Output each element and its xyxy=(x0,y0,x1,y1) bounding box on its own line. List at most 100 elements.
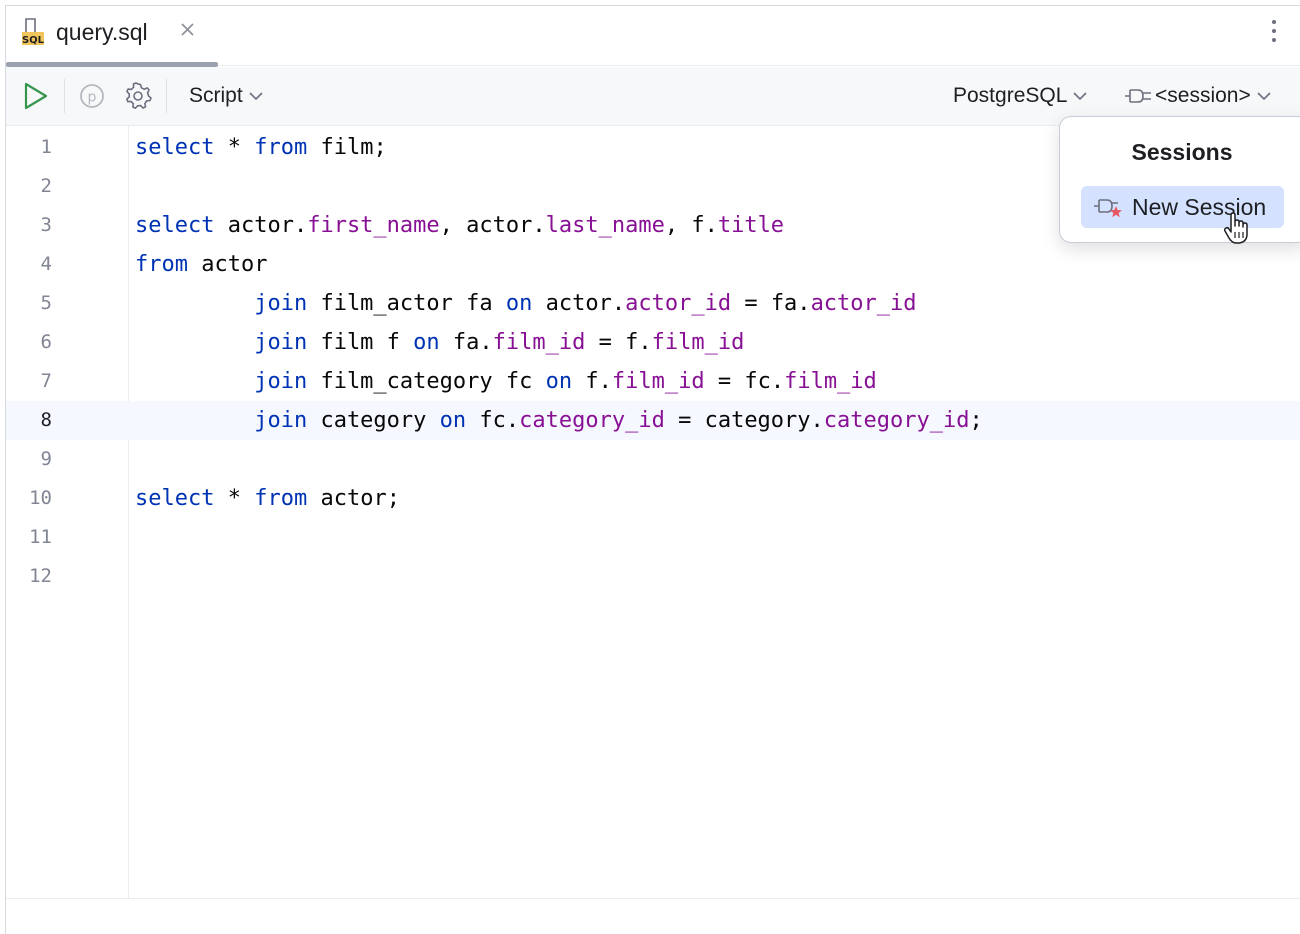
new-session-icon xyxy=(1094,199,1122,218)
sql-keyword: from xyxy=(254,486,308,511)
sql-text: actor xyxy=(187,252,268,277)
sql-field: actor_id xyxy=(810,291,917,316)
code-line[interactable]: 4 from actor xyxy=(6,245,1300,284)
code-line[interactable]: 11 xyxy=(6,518,1300,557)
sql-keyword: join xyxy=(254,369,308,394)
chevron-down-icon xyxy=(249,92,263,101)
code-line[interactable]: 7 join film_category fc on f.film_id = f… xyxy=(6,362,1300,401)
toolbar-separator xyxy=(64,79,65,113)
dialect-dropdown[interactable]: PostgreSQL xyxy=(953,82,1087,110)
sql-keyword: select xyxy=(135,213,215,238)
code-text: select * from actor; xyxy=(135,479,400,518)
sql-field: film_id xyxy=(611,369,705,394)
sql-text: = fa. xyxy=(731,291,811,316)
sql-keyword: on xyxy=(505,291,533,316)
tab-query-sql[interactable]: SQL query.sql xyxy=(6,6,218,67)
line-number: 2 xyxy=(40,175,52,197)
sql-text: fa. xyxy=(439,330,493,355)
sql-text: f. xyxy=(572,369,612,394)
line-number: 12 xyxy=(29,565,52,587)
popup-title: Sessions xyxy=(1131,139,1233,165)
code-line[interactable]: 8 join category on fc.category_id = cate… xyxy=(6,401,1300,440)
sql-keyword: select xyxy=(135,135,215,160)
line-number: 11 xyxy=(29,526,52,548)
line-number: 6 xyxy=(40,331,52,353)
sql-keyword: from xyxy=(254,135,308,160)
line-number: 3 xyxy=(40,214,52,236)
code-line[interactable]: 12 xyxy=(6,557,1300,596)
sql-field: category_id xyxy=(519,408,665,433)
line-number: 7 xyxy=(40,370,52,392)
sql-text: actor. xyxy=(532,291,626,316)
sql-keyword: on xyxy=(413,330,440,355)
sql-text: actor. xyxy=(214,213,308,238)
code-text: select actor.first_name, actor.last_name… xyxy=(135,206,784,245)
code-text: from actor xyxy=(135,245,267,284)
sql-field: last_name xyxy=(545,213,665,238)
session-plug-icon xyxy=(1125,89,1151,104)
editor-bottom-bar xyxy=(6,898,1300,934)
sql-field: film_id xyxy=(492,330,586,355)
code-text: join film_actor fa on actor.actor_id = f… xyxy=(135,284,917,323)
sql-keyword: join xyxy=(254,291,308,316)
sql-text: = fc. xyxy=(704,369,785,394)
sql-text: , actor. xyxy=(439,213,546,238)
sql-keyword: join xyxy=(254,330,308,355)
sql-keyword: join xyxy=(254,408,308,433)
sql-field: actor_id xyxy=(625,291,732,316)
svg-text:p: p xyxy=(88,90,97,106)
close-icon[interactable] xyxy=(178,20,198,40)
chevron-down-icon xyxy=(1257,92,1271,101)
run-icon[interactable] xyxy=(20,81,50,111)
sql-file-icon: SQL xyxy=(22,18,45,46)
tab-title: query.sql xyxy=(56,19,148,45)
line-number: 8 xyxy=(40,409,52,431)
hand-cursor-icon xyxy=(1223,212,1248,244)
svg-text:SQL: SQL xyxy=(22,35,45,46)
script-dropdown-label: Script xyxy=(189,84,243,107)
new-session-item[interactable]: New Session xyxy=(1081,186,1284,228)
more-options-icon[interactable] xyxy=(1270,18,1278,44)
sql-text: film_category fc xyxy=(307,369,546,394)
gear-icon[interactable] xyxy=(123,81,153,111)
sql-text: = category. xyxy=(664,408,824,433)
sql-field: title xyxy=(717,213,785,238)
line-number: 10 xyxy=(29,487,52,509)
code-line[interactable]: 5 join film_actor fa on actor.actor_id =… xyxy=(6,284,1300,323)
sql-text: actor; xyxy=(307,486,400,511)
line-number: 1 xyxy=(40,136,52,158)
parameters-icon[interactable]: p xyxy=(77,81,107,111)
sessions-popup: Sessions New Session xyxy=(1059,116,1300,243)
sql-text: film f xyxy=(307,330,414,355)
sql-field: category_id xyxy=(823,408,970,433)
code-text: join category on fc.category_id = catego… xyxy=(135,401,983,440)
sql-text: fc. xyxy=(466,408,520,433)
line-number: 5 xyxy=(40,292,52,314)
sql-field: film_id xyxy=(651,330,745,355)
script-dropdown[interactable]: Script xyxy=(189,82,263,110)
tab-bar: SQL query.sql xyxy=(6,6,1300,67)
sql-text: category xyxy=(307,408,440,433)
dialect-dropdown-label: PostgreSQL xyxy=(953,84,1068,107)
sql-keyword: select xyxy=(135,486,215,511)
code-text: join film_category fc on f.film_id = fc.… xyxy=(135,362,877,401)
session-dropdown[interactable]: <session> xyxy=(1123,82,1271,110)
sql-text: * xyxy=(214,486,255,511)
sql-text: film_actor fa xyxy=(307,291,506,316)
code-line[interactable]: 9 xyxy=(6,440,1300,479)
line-number: 9 xyxy=(40,448,52,470)
code-line[interactable]: 6 join film f on fa.film_id = f.film_id xyxy=(6,323,1300,362)
code-text: join film f on fa.film_id = f.film_id xyxy=(135,323,744,362)
toolbar-separator xyxy=(166,79,167,113)
sql-text: , f. xyxy=(664,213,718,238)
sql-field: first_name xyxy=(307,213,440,238)
sql-text: * xyxy=(214,135,255,160)
line-number: 4 xyxy=(40,253,52,275)
session-dropdown-label: <session> xyxy=(1155,84,1251,107)
code-line[interactable]: 10 select * from actor; xyxy=(6,479,1300,518)
sql-keyword: on xyxy=(545,369,573,394)
